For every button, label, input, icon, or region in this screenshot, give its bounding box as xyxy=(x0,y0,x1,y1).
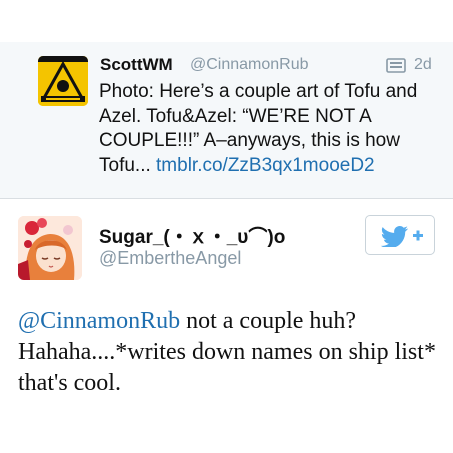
divider xyxy=(0,198,453,199)
user-handle[interactable]: @CinnamonRub xyxy=(190,56,309,74)
tweet-text: Photo: Here’s a couple art of Tofu and A… xyxy=(99,80,444,178)
avatar[interactable] xyxy=(18,216,82,280)
follow-button[interactable] xyxy=(365,215,435,255)
photo-icon xyxy=(386,58,406,73)
twitter-bird-plus-icon xyxy=(380,226,423,247)
avatar[interactable] xyxy=(38,56,88,106)
display-name[interactable]: ScottWM xyxy=(100,55,173,75)
reply-text: @CinnamonRub not a couple huh? Hahaha...… xyxy=(18,306,438,399)
user-handle[interactable]: @EmbertheAngel xyxy=(99,248,241,269)
mention-link[interactable]: @CinnamonRub xyxy=(18,308,180,334)
tweet-link[interactable]: tmblr.co/ZzB3qx1mooeD2 xyxy=(156,155,375,176)
display-name[interactable]: Sugar_(・ｘ・_υ⌒)o xyxy=(99,222,285,249)
tweet-timestamp[interactable]: 2d xyxy=(414,56,432,74)
top-blank-area xyxy=(0,0,453,42)
